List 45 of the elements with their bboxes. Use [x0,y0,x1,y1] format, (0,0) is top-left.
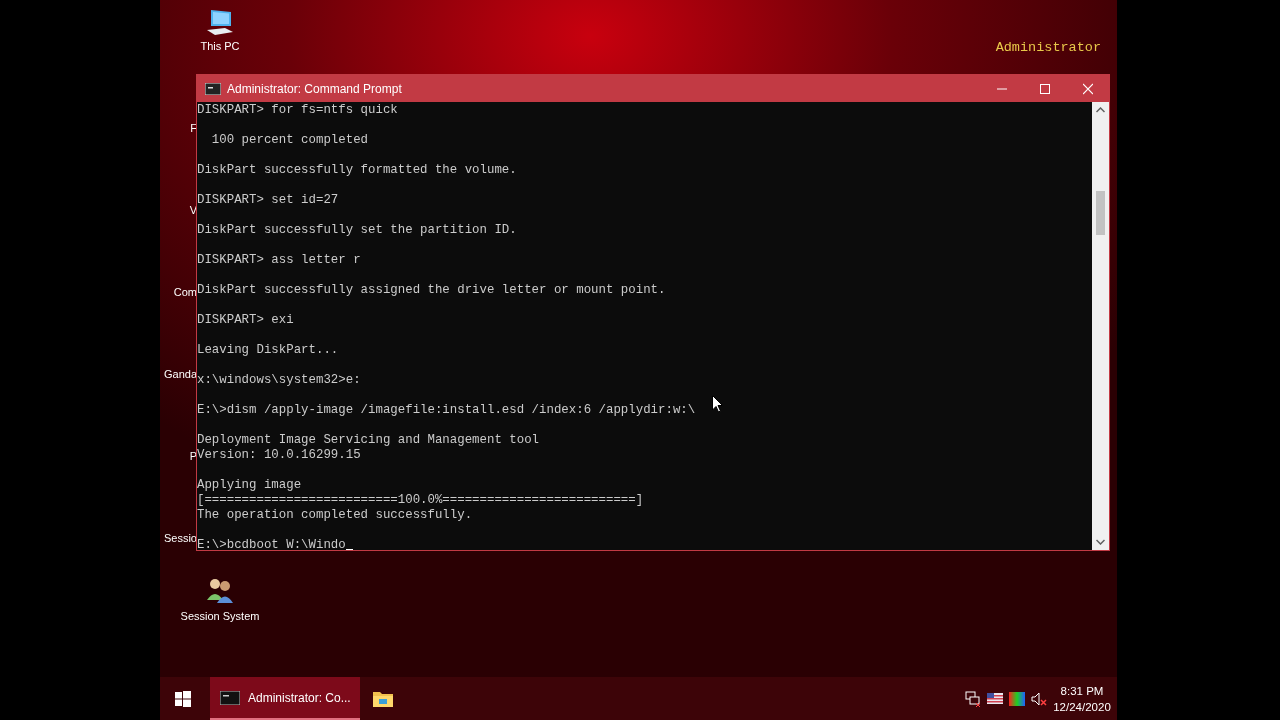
user-label: Administrator [995,39,1101,57]
users-icon[interactable] [205,576,235,604]
scrollbar[interactable] [1092,102,1109,550]
console-line: DiskPart successfully set the partition ID. [197,223,517,238]
console-line: DiskPart successfully formatted the volume. [197,163,517,178]
icon-label[interactable]: Sessio [163,530,197,547]
console-icon [205,82,221,95]
console-line: DiskPart successfully assigned the drive letter or mount point. [197,283,666,298]
scroll-thumb[interactable] [1096,191,1105,235]
window-title: Administrator: Command Prompt [227,80,403,98]
console-line: Applying image [197,478,302,493]
icon-label[interactable]: F [190,120,197,137]
color-display-icon[interactable] [1009,691,1025,706]
console-line: [==========================100.0%==========================] [197,493,644,508]
icon-label[interactable]: Com [173,284,197,301]
console-line: Leaving DiskPart... [197,343,339,358]
console-line: DISKPART> for fs=ntfs quick [197,103,398,118]
icon-label[interactable]: Ganda [163,366,197,383]
console-line: E:\>dism /apply-image /imagefile:install.esd /index:6 /applydir:w:\ [197,403,696,418]
windows-logo-icon [175,690,191,707]
clock[interactable]: 8:31 PM 12/24/2020 [1051,677,1113,720]
folder-icon [373,690,393,707]
console-line: DISKPART> ass letter r [197,253,361,268]
console-line: 100 percent completed [210,133,369,148]
scroll-up-icon[interactable] [1096,107,1105,113]
close-icon [1082,82,1093,95]
taskbar-app-button[interactable]: Administrator: Co... [210,677,360,720]
console-icon [220,690,240,705]
computer-icon[interactable] [205,8,235,36]
icon-label[interactable]: P [189,448,197,465]
maximize-icon [1039,82,1050,95]
console-line: Deployment Image Servicing and Management tool [197,433,540,448]
mouse-pointer-icon [712,395,723,413]
console-line: E:\>bcdboot W:\Windo [197,538,346,550]
console-line: x:\windows\system32>e: [197,373,361,388]
icon-label[interactable]: Session System [180,608,260,625]
network-icon[interactable] [965,690,981,707]
scroll-down-icon[interactable] [1096,539,1105,545]
console-line: Version: 10.0.16299.15 [197,448,361,463]
console-line: The operation completed successfully. [197,508,473,523]
console-line: DISKPART> set id=27 [197,193,339,208]
muted-speaker-icon[interactable] [1031,691,1047,706]
icon-label[interactable]: This PC [200,38,240,55]
console-line: DISKPART> exi [197,313,294,328]
flag-icon[interactable] [987,693,1003,704]
